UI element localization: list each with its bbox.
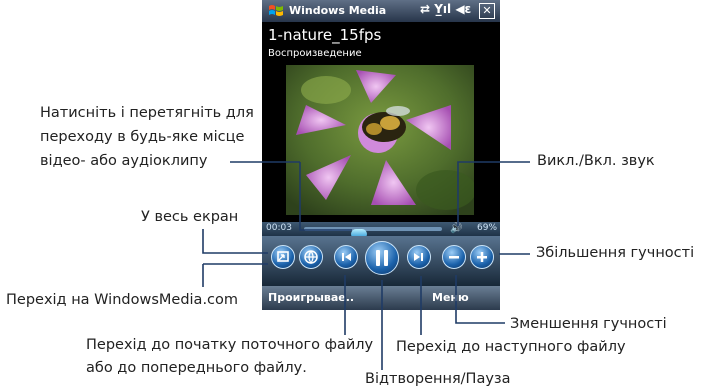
callout-seek-1: Натисніть і перетягніть для bbox=[40, 105, 254, 121]
callout-seek-3: відео- або аудіоклипу bbox=[40, 153, 208, 169]
callout-volume-down: Зменшення гучності bbox=[510, 316, 667, 332]
callout-previous-2: або до попереднього файлу. bbox=[86, 360, 307, 376]
callout-fullscreen: У весь екран bbox=[141, 209, 239, 225]
callout-mute: Викл./Вкл. звук bbox=[537, 153, 655, 169]
callout-windowsmedia: Перехід на WindowsMedia.com bbox=[6, 292, 239, 308]
callout-seek-2: переходу в будь-яке місце bbox=[40, 129, 245, 145]
callout-next: Перехід до наступного файлу bbox=[396, 339, 626, 355]
callout-previous-1: Перехід до початку поточного файлу bbox=[86, 337, 374, 353]
callout-volume-up: Збільшення гучності bbox=[536, 245, 695, 261]
callout-play-pause: Відтворення/Пауза bbox=[365, 371, 511, 387]
